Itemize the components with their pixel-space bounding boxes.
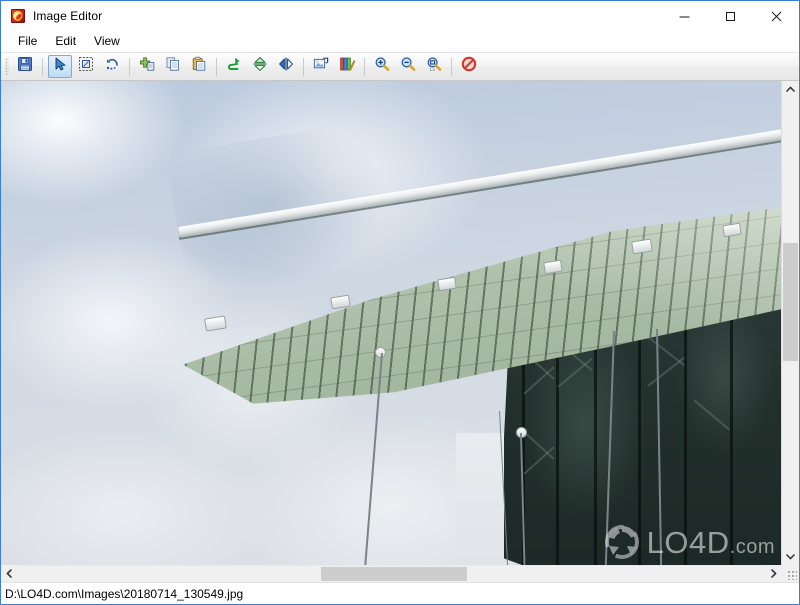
window-controls [661,1,799,31]
magnifier-minus-icon [400,56,416,77]
resize-image-icon [313,56,329,77]
toolbar-separator [303,57,304,76]
status-file-path: D:\LO4D.com\Images\20180714_130549.jpg [5,586,244,601]
minimize-button[interactable] [661,1,707,31]
rotate-arrow-icon [226,56,242,77]
chevron-left-icon [6,569,12,578]
cancel-button[interactable] [457,55,481,78]
menu-item-edit[interactable]: Edit [46,32,85,51]
horizontal-scroll-track[interactable] [18,565,765,582]
toolbar: 1:1 [1,52,799,81]
add-button[interactable] [135,55,159,78]
workspace: LO4D.com [1,81,799,582]
save-button[interactable] [13,55,37,78]
crop-tool-button[interactable] [74,55,98,78]
vertical-scrollbar[interactable] [781,81,799,565]
scroll-left-button[interactable] [1,565,18,582]
chevron-down-icon [786,554,795,560]
floppy-save-icon [17,56,33,77]
rotate-button[interactable] [222,55,246,78]
flip-horizontal-icon [278,56,294,77]
crop-selection-icon [78,56,94,77]
horizontal-scrollbar[interactable] [1,565,799,582]
maximize-button[interactable] [707,1,753,31]
scroll-up-button[interactable] [782,81,799,98]
magnifier-plus-icon [374,56,390,77]
image-canvas[interactable]: LO4D.com [1,81,781,565]
vertical-scroll-track[interactable] [782,98,799,548]
select-tool-button[interactable] [48,55,72,78]
adjust-colors-button[interactable] [335,55,359,78]
menu-item-view[interactable]: View [85,32,129,51]
copy-button[interactable] [161,55,185,78]
undo-arrow-icon [104,56,120,77]
canvas-row: LO4D.com [1,81,799,565]
image-editor-window: Image Editor File Edit View 1:1 LO4D.com… [0,0,800,605]
svg-text:1:1: 1:1 [430,67,436,72]
flip-horizontal-button[interactable] [274,55,298,78]
zoom-actual-button[interactable]: 1:1 [422,55,446,78]
toolbar-separator [451,57,452,76]
menu-bar: File Edit View [1,31,799,52]
color-bars-pencil-icon [339,56,356,77]
toolbar-separator [364,57,365,76]
zoom-in-button[interactable] [370,55,394,78]
flip-vertical-icon [252,56,268,77]
add-plus-icon [139,56,155,77]
flip-vertical-button[interactable] [248,55,272,78]
resize-image-button[interactable] [309,55,333,78]
toolbar-grip[interactable] [5,58,9,75]
clipboard-paste-icon [191,56,207,77]
menu-item-file[interactable]: File [9,32,46,51]
toolbar-separator [216,57,217,76]
no-entry-circle-icon [461,56,477,77]
vertical-scroll-thumb[interactable] [783,243,798,361]
toolbar-separator [129,57,130,76]
photo-content: LO4D.com [1,81,781,565]
scroll-down-button[interactable] [782,548,799,565]
horizontal-scroll-thumb[interactable] [321,567,467,581]
toolbar-separator [42,57,43,76]
title-bar: Image Editor [1,1,799,31]
chevron-up-icon [786,86,795,92]
magnifier-actual-size-icon: 1:1 [426,56,442,77]
arrow-pointer-icon [52,56,68,77]
paste-button[interactable] [187,55,211,78]
undo-tool-button[interactable] [100,55,124,78]
chevron-right-icon [771,569,777,578]
zoom-out-button[interactable] [396,55,420,78]
scroll-right-button[interactable] [765,565,782,582]
copy-pages-icon [165,56,181,77]
image-editor-app-icon [10,8,26,24]
window-title: Image Editor [33,9,103,23]
status-bar: D:\LO4D.com\Images\20180714_130549.jpg [1,582,799,604]
white-wall [456,433,504,565]
close-button[interactable] [753,1,799,31]
resize-grip[interactable] [782,565,799,582]
